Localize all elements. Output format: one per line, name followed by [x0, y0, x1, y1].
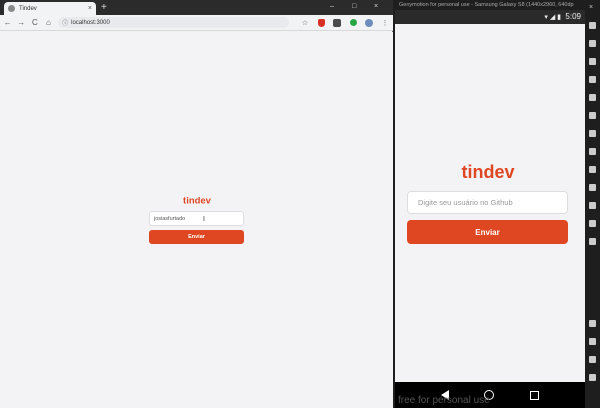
submit-button[interactable]: Enviar — [407, 220, 568, 244]
side-menu-icon[interactable] — [589, 374, 596, 381]
tab-tindev[interactable]: Tindev × — [4, 2, 96, 15]
status-bar: ▾ ◢ ▮ 5:09 — [395, 10, 585, 24]
minimize-button[interactable]: – — [330, 3, 334, 10]
remote-control-icon[interactable] — [589, 94, 596, 101]
shield-extension-icon[interactable] — [316, 18, 326, 27]
nav-recents-icon[interactable] — [530, 390, 540, 400]
text-cursor-icon: I — [203, 216, 205, 223]
tindev-logo: tindev — [183, 196, 212, 207]
reload-icon[interactable]: C — [29, 18, 41, 27]
new-tab-button[interactable]: + — [101, 2, 107, 13]
identifiers-icon[interactable] — [589, 112, 596, 119]
forward-icon[interactable]: → — [16, 18, 28, 27]
share-icon[interactable] — [589, 166, 596, 173]
camera-icon[interactable] — [589, 58, 596, 65]
tab-close-icon[interactable]: × — [88, 5, 92, 12]
info-icon[interactable]: ⓘ — [62, 18, 68, 27]
close-window-button[interactable]: × — [374, 3, 378, 10]
volume-down-icon[interactable] — [589, 202, 596, 209]
url-text: localhost:3000 — [71, 19, 110, 26]
battery-icon[interactable] — [589, 22, 596, 29]
favicon-icon — [8, 5, 15, 12]
address-bar[interactable]: ⓘ localhost:3000 — [58, 17, 290, 28]
github-username-input[interactable]: Digite seu usuário no Github — [407, 191, 568, 214]
submit-button[interactable]: Enviar — [149, 230, 244, 244]
maximize-button[interactable]: □ — [352, 3, 356, 10]
side-recents-icon[interactable] — [589, 338, 596, 345]
extension-icon[interactable] — [332, 18, 342, 27]
extension-green-icon[interactable] — [348, 18, 358, 27]
tab-title: Tindev — [19, 5, 37, 12]
emulator-side-toolbar: × — [585, 0, 600, 408]
bookmark-star-icon[interactable]: ☆ — [300, 18, 310, 27]
watermark-text: free for personal use — [398, 395, 490, 406]
tindev-logo: tindev — [461, 162, 514, 182]
status-time: 5:09 — [565, 12, 581, 21]
home-icon[interactable]: ⌂ — [43, 18, 55, 27]
video-icon[interactable] — [589, 76, 596, 83]
browser-window: Tindev × + – □ × ← → C ⌂ ⓘ localhost:300… — [0, 0, 393, 408]
emulator-titlebar: Genymotion for personal use - Samsung Ga… — [395, 0, 600, 10]
tab-strip: Tindev × + – □ × — [0, 0, 393, 15]
rotate-icon[interactable] — [589, 220, 596, 227]
phone-icon[interactable] — [589, 148, 596, 155]
menu-kebab-icon[interactable]: ⋮ — [380, 18, 390, 27]
back-icon[interactable]: ← — [2, 18, 14, 27]
side-close-icon[interactable]: × — [589, 4, 593, 11]
phone-screen: ▾ ◢ ▮ 5:09 tindev Digite seu usuário no … — [395, 10, 585, 382]
power-icon[interactable] — [589, 238, 596, 245]
browser-toolbar: ← → C ⌂ ⓘ localhost:3000 ☆ ⋮ — [0, 15, 393, 31]
web-page: tindev josiasfurtado I Enviar — [0, 32, 393, 408]
svg-text:tindev: tindev — [461, 162, 514, 182]
username-input[interactable]: josiasfurtado — [149, 211, 244, 226]
svg-text:tindev: tindev — [183, 196, 212, 207]
avatar-icon[interactable] — [364, 18, 374, 27]
status-icons: ▾ ◢ ▮ — [544, 14, 561, 21]
network-icon[interactable] — [589, 130, 596, 137]
side-home-icon[interactable] — [589, 356, 596, 363]
gps-icon[interactable] — [589, 40, 596, 47]
volume-up-icon[interactable] — [589, 184, 596, 191]
emulator-title: Genymotion for personal use - Samsung Ga… — [399, 2, 574, 8]
side-back-icon[interactable] — [589, 320, 596, 327]
